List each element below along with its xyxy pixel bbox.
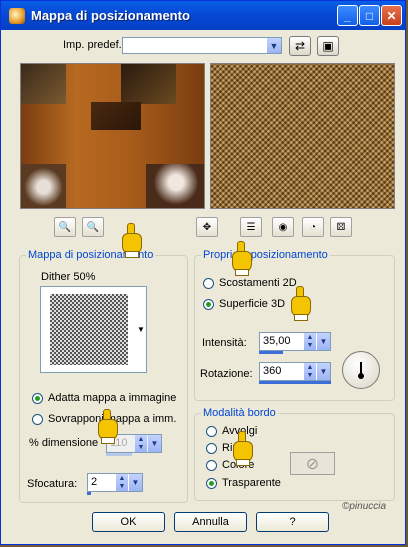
edge-mode-legend: Modalità bordo <box>203 407 276 419</box>
reset-icon: ⇄ <box>294 39 306 53</box>
pointer-hand-icon <box>231 431 253 466</box>
size-stepper[interactable]: ▲ ▼ <box>135 435 147 452</box>
offset-2d-radio[interactable] <box>203 278 214 289</box>
help-button[interactable]: ? <box>256 512 329 532</box>
map-dropdown-arrow-icon[interactable]: ▼ <box>137 325 145 334</box>
pan-button[interactable]: ✥ <box>196 217 218 237</box>
close-button[interactable]: ✕ <box>381 5 402 26</box>
pointer-hand-icon <box>230 241 252 276</box>
zoom-out-button[interactable]: 🔍 <box>54 217 76 237</box>
preview-tile <box>121 64 176 104</box>
zoom-in-icon: 🔍 <box>86 221 100 233</box>
preview-tile <box>146 164 204 208</box>
rotation-value: 360 <box>263 365 282 377</box>
map-selector[interactable]: ▼ <box>40 286 147 373</box>
blur-value: 2 <box>91 476 98 488</box>
intensity-value: 35,00 <box>263 335 291 347</box>
surface-3d-label: Superficie 3D <box>219 298 286 310</box>
edge-color-swatch[interactable]: ⊘ <box>290 452 335 475</box>
watermark: ©pinuccia <box>342 501 387 512</box>
intensity-dropdown[interactable]: ▼ <box>317 333 330 350</box>
pointer-hand-icon <box>289 286 311 321</box>
no-color-icon: ⊘ <box>305 455 320 473</box>
minimize-button[interactable]: _ <box>337 5 358 26</box>
surface-3d-radio[interactable] <box>203 299 214 310</box>
zoom-in-button[interactable]: 🔍 <box>82 217 104 237</box>
title-bar[interactable]: Mappa di posizionamento _ □ ✕ <box>1 1 405 30</box>
rotation-slider[interactable] <box>259 381 331 384</box>
eye-icon: ◔ <box>309 221 317 233</box>
pointer-hand-icon <box>96 409 118 444</box>
preview-tile <box>21 64 66 104</box>
list-icon: ☰ <box>246 221 256 233</box>
size-slider[interactable] <box>106 453 132 456</box>
lock-preview-button[interactable]: ◉ <box>272 217 294 237</box>
preview-tile <box>21 164 66 208</box>
app-icon <box>9 7 25 24</box>
preset-dropdown[interactable]: ▼ <box>122 37 282 54</box>
toggle-preview-button[interactable]: ☰ <box>240 217 262 237</box>
dialog-window: Mappa di posizionamento _ □ ✕ Imp. prede… <box>0 0 406 545</box>
color-radio[interactable] <box>206 460 217 471</box>
map-thumbnail <box>50 294 128 365</box>
blur-stepper[interactable]: ▲ ▼ <box>116 474 128 491</box>
ok-button[interactable]: OK <box>92 512 165 532</box>
dice-icon: ⚄ <box>336 221 346 233</box>
result-preview[interactable] <box>210 63 395 209</box>
pointer-hand-icon <box>120 223 142 258</box>
intensity-spinner[interactable]: 35,00 ▲ ▼ ▼ <box>259 332 331 351</box>
save-preset-button[interactable]: ▣ <box>317 36 339 56</box>
rotation-spinner[interactable]: 360 ▲ ▼ ▼ <box>259 362 331 381</box>
maximize-button[interactable]: □ <box>359 5 380 26</box>
randomize-button[interactable]: ⚄ <box>330 217 352 237</box>
size-label: % dimensione <box>29 437 99 449</box>
tile-map-radio[interactable] <box>32 414 43 425</box>
chevron-down-icon[interactable]: ▼ <box>267 38 281 53</box>
intensity-slider[interactable] <box>259 351 283 354</box>
cancel-button[interactable]: Annulla <box>174 512 247 532</box>
intensity-label: Intensità: <box>202 337 247 349</box>
rotation-label: Rotazione: <box>200 368 253 380</box>
size-dropdown[interactable]: ▼ <box>148 435 161 452</box>
transparent-label: Trasparente <box>222 477 281 489</box>
dial-pivot <box>358 373 364 379</box>
preset-label: Imp. predef.: <box>63 39 125 51</box>
zoom-out-icon: 🔍 <box>58 221 72 233</box>
transparent-radio[interactable] <box>206 478 217 489</box>
save-disk-icon: ▣ <box>322 39 334 53</box>
preview-tile <box>91 102 141 130</box>
repeat-radio[interactable] <box>206 443 217 454</box>
rotation-stepper[interactable]: ▲ ▼ <box>304 363 316 380</box>
rotation-dial[interactable] <box>342 351 380 389</box>
rotation-dropdown[interactable]: ▼ <box>317 363 330 380</box>
blur-slider[interactable] <box>87 492 91 495</box>
fit-map-radio[interactable] <box>32 393 43 404</box>
source-preview[interactable] <box>20 63 205 209</box>
wrap-radio[interactable] <box>206 426 217 437</box>
dither-label: Dither 50% <box>41 271 96 283</box>
offset-2d-label: Scostamenti 2D <box>219 277 297 289</box>
reset-preset-button[interactable]: ⇄ <box>289 36 311 56</box>
blur-label: Sfocatura: <box>27 478 78 490</box>
displacement-props-legend: Proprietà posizionamento <box>203 249 328 261</box>
intensity-stepper[interactable]: ▲ ▼ <box>304 333 316 350</box>
fit-map-label: Adatta mappa a immagine <box>48 392 177 404</box>
eye-lock-icon: ◉ <box>278 221 288 233</box>
show-preview-button[interactable]: ◔ <box>302 217 324 237</box>
blur-dropdown[interactable]: ▼ <box>129 474 142 491</box>
window-title: Mappa di posizionamento <box>31 8 190 23</box>
blur-spinner[interactable]: 2 ▲ ▼ ▼ <box>87 473 143 492</box>
move-icon: ✥ <box>202 221 212 233</box>
